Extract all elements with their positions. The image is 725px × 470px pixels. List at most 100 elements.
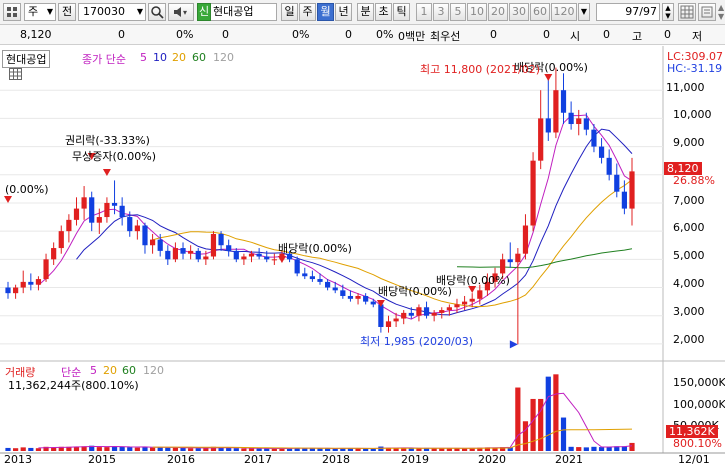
code-input[interactable]: 170030 ▼ (78, 3, 146, 21)
volume-y-tick: 150,000K (673, 376, 725, 389)
interval-30[interactable]: 30 (509, 3, 529, 21)
candle-body (210, 233, 217, 257)
candle-body (378, 304, 384, 327)
y-tick: 10,000 (673, 108, 712, 121)
event-annotation: (0.00%) (5, 183, 49, 196)
volume-bar (226, 447, 232, 451)
candle-body (363, 295, 369, 302)
candle-body (294, 259, 300, 274)
stock-name[interactable]: 현대공업 (211, 3, 277, 21)
volume-bar (583, 447, 589, 451)
period-week[interactable]: 주 (299, 3, 316, 21)
interval-20[interactable]: 20 (488, 3, 508, 21)
period-second[interactable]: 초 (375, 3, 392, 21)
candle-body (553, 90, 559, 133)
event-annotation: 권리락(-33.33%) (65, 134, 150, 147)
candle-body (180, 248, 186, 254)
volume-bar (134, 447, 140, 451)
search-icon[interactable] (148, 3, 166, 21)
x-tick: 2015 (88, 453, 116, 466)
candle-body (621, 191, 627, 209)
volume-bar (127, 447, 133, 451)
period-day[interactable]: 일 (281, 3, 298, 21)
candle-body (195, 250, 201, 260)
y-tick: 3,000 (673, 305, 705, 318)
y-tick: 9,000 (673, 136, 705, 149)
count-input[interactable]: 97/97 (596, 3, 660, 21)
candle-body (149, 239, 156, 246)
interval-3[interactable]: 3 (433, 3, 449, 21)
volume-bar (28, 447, 34, 451)
ma-10-label: 10 (153, 51, 167, 64)
candle-body (165, 250, 171, 260)
y-tick: 2,000 (673, 333, 705, 346)
info-open-label: 시 (570, 30, 581, 43)
candle-body (233, 250, 239, 260)
candle-body (393, 318, 399, 322)
volume-bar (576, 447, 582, 451)
candle-body (73, 208, 80, 220)
volume-ma-5: 5 (90, 364, 97, 377)
period-minute[interactable]: 분 (357, 3, 374, 21)
x-tick: 2021 (555, 453, 583, 466)
info-price: 8,120 (20, 28, 52, 41)
period-tick[interactable]: 틱 (393, 3, 410, 21)
x-tick: 2019 (401, 453, 429, 466)
info-high: 0 (664, 28, 671, 41)
volume-bar (370, 448, 376, 451)
candle-body (416, 307, 422, 316)
candle-body (446, 307, 452, 311)
candle-body (340, 290, 346, 296)
volume-bar (408, 448, 414, 451)
candle-body (431, 312, 437, 316)
table-icon[interactable] (9, 68, 22, 83)
volume-bar (188, 448, 194, 451)
interval-5[interactable]: 5 (450, 3, 466, 21)
volume-bar (522, 421, 529, 451)
price-chart-svg[interactable] (0, 46, 725, 467)
candle-body (347, 295, 354, 299)
market-select[interactable]: 주 ▼ (24, 3, 56, 21)
candle-body (583, 118, 589, 130)
grid-menu-icon[interactable] (3, 3, 21, 21)
period-year[interactable]: 년 (335, 3, 352, 21)
period-month[interactable]: 월 (317, 3, 334, 21)
y-tick: 4,000 (673, 277, 705, 290)
candle-body (401, 312, 407, 319)
volume-bar (248, 448, 255, 451)
candle-body (439, 310, 445, 313)
interval-dropdown-icon[interactable]: ▼ (578, 3, 590, 21)
candle-body (226, 245, 232, 251)
volume-bar (598, 447, 605, 451)
interval-60[interactable]: 60 (530, 3, 550, 21)
info-field1: 0 (543, 28, 550, 41)
volume-bar (241, 448, 247, 451)
interval-10[interactable]: 10 (467, 3, 487, 21)
grid-icon[interactable] (678, 3, 696, 21)
volume-bar (591, 446, 597, 451)
volume-bar (157, 447, 163, 451)
candle-body (560, 90, 567, 113)
candle-body (256, 253, 262, 257)
event-annotation: 무상증자(0.00%) (72, 150, 157, 163)
volume-bar (439, 448, 445, 451)
candle-body (20, 281, 26, 288)
candle-body (66, 219, 72, 232)
scroll-arrows-icon[interactable]: ▲ ▼ (718, 3, 724, 21)
speaker-icon[interactable]: ▾ (168, 3, 194, 21)
stock-label[interactable]: 현대공업 (2, 50, 51, 68)
candle-body (5, 287, 11, 294)
settings-icon[interactable] (698, 3, 716, 21)
info-best-ask-label: 최우선 (430, 30, 461, 43)
candle-body (96, 217, 102, 223)
prev-button[interactable]: 전 (58, 3, 76, 21)
candle-body (325, 281, 331, 288)
chart-area[interactable]: 현대공업 종가 단순 5 10 20 60 120 LC:309.07 HC:-… (0, 46, 725, 467)
event-annotation: 배당락(0.00%) (436, 274, 510, 287)
candle-body (522, 225, 529, 254)
volume-bar (20, 447, 26, 451)
interval-120[interactable]: 120 (551, 3, 577, 21)
interval-1[interactable]: 1 (416, 3, 432, 21)
candle-body (332, 287, 338, 291)
count-spinner[interactable]: ▲ ▼ (662, 3, 674, 21)
